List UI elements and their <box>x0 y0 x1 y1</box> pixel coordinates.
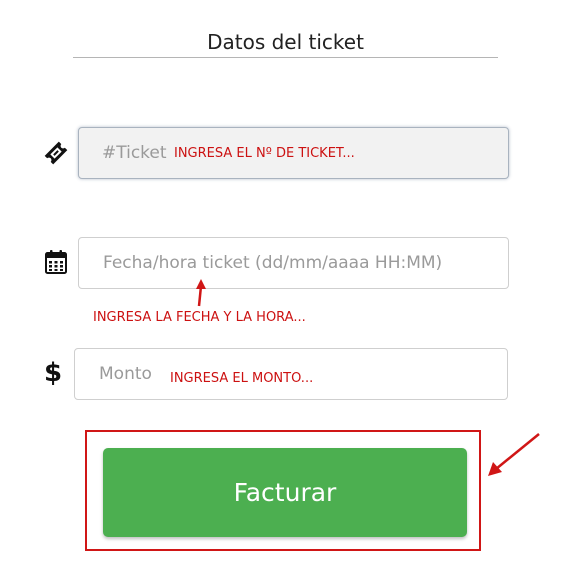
svg-text:$: $ <box>44 358 62 387</box>
datetime-annotation-arrow <box>196 279 206 307</box>
calendar-icon <box>45 250 67 274</box>
datetime-input[interactable] <box>79 238 508 288</box>
datetime-field-box <box>78 237 509 289</box>
ticket-icon <box>44 141 68 165</box>
title-divider <box>73 57 498 58</box>
dollar-icon: $ <box>44 358 62 387</box>
datetime-annotation: INGRESA LA FECHA Y LA HORA... <box>93 310 306 325</box>
section-title: Datos del ticket <box>207 30 364 54</box>
amount-annotation: INGRESA EL MONTO... <box>170 371 314 386</box>
ticket-annotation: INGRESA EL Nº DE TICKET... <box>174 146 355 161</box>
facturar-button[interactable]: Facturar <box>103 448 467 537</box>
submit-pointer-arrow <box>488 433 540 476</box>
